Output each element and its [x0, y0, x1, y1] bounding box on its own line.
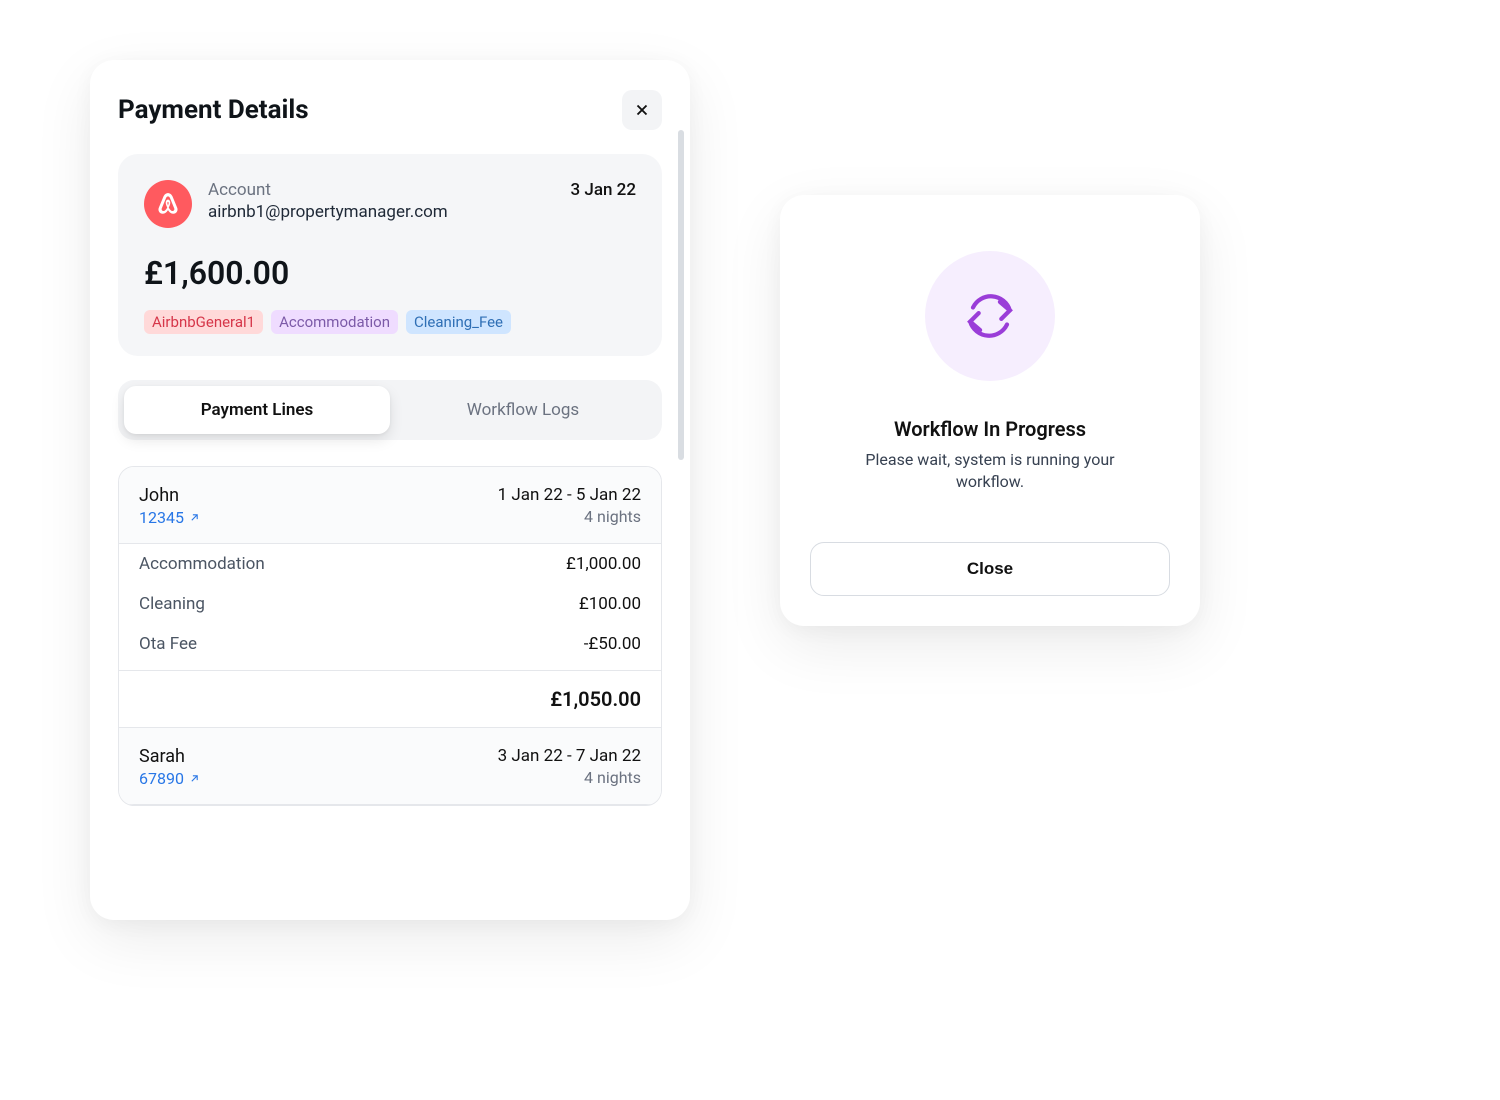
- refresh-icon: [925, 251, 1055, 381]
- tag-cleaning-fee[interactable]: Cleaning_Fee: [406, 310, 511, 334]
- payment-amount: £1,600.00: [144, 254, 636, 292]
- payment-details-card: Payment Details Account airbnb1@property…: [90, 60, 690, 920]
- item-label: Ota Fee: [139, 634, 197, 654]
- reservation-ref: 12345: [139, 508, 184, 527]
- item-label: Accommodation: [139, 554, 265, 574]
- external-link-icon: [188, 511, 201, 524]
- item-value: £100.00: [579, 594, 641, 614]
- card-title: Payment Details: [118, 95, 309, 125]
- guest-name: Sarah: [139, 746, 201, 767]
- payment-lines: John 12345 1 Jan 22 - 5 Jan 22 4 nights …: [118, 466, 662, 806]
- date-range: 3 Jan 22 - 7 Jan 22: [498, 746, 641, 766]
- summary-row: Account airbnb1@propertymanager.com 3 Ja…: [144, 180, 636, 228]
- workflow-progress-card: Workflow In Progress Please wait, system…: [780, 195, 1200, 626]
- airbnb-icon: [144, 180, 192, 228]
- line-total: £1,050.00: [119, 670, 661, 728]
- card-header: Payment Details: [118, 90, 662, 130]
- line-header: John 12345 1 Jan 22 - 5 Jan 22 4 nights: [119, 467, 661, 544]
- account-email: airbnb1@propertymanager.com: [208, 202, 554, 222]
- date-range: 1 Jan 22 - 5 Jan 22: [498, 485, 641, 505]
- item-value: -£50.00: [584, 634, 641, 654]
- nights-count: 4 nights: [498, 507, 641, 526]
- tag-list: AirbnbGeneral1 Accommodation Cleaning_Fe…: [144, 310, 636, 334]
- line-header: Sarah 67890 3 Jan 22 - 7 Jan 22 4 nights: [119, 728, 661, 805]
- close-icon: [633, 101, 651, 119]
- tab-workflow-logs[interactable]: Workflow Logs: [390, 386, 656, 434]
- item-label: Cleaning: [139, 594, 205, 614]
- workflow-subtitle: Please wait, system is running your work…: [810, 449, 1170, 494]
- reservation-link[interactable]: 12345: [139, 508, 201, 527]
- total-value: £1,050.00: [550, 687, 641, 711]
- tab-payment-lines[interactable]: Payment Lines: [124, 386, 390, 434]
- item-value: £1,000.00: [566, 554, 641, 574]
- scrollbar[interactable]: [678, 130, 684, 460]
- account-info: Account airbnb1@propertymanager.com: [208, 180, 554, 228]
- close-button[interactable]: [622, 90, 662, 130]
- nights-count: 4 nights: [498, 768, 641, 787]
- payment-date: 3 Jan 22: [570, 180, 636, 228]
- guest-name: John: [139, 485, 201, 506]
- tabs: Payment Lines Workflow Logs: [118, 380, 662, 440]
- tag-airbnb-general[interactable]: AirbnbGeneral1: [144, 310, 263, 334]
- close-button[interactable]: Close: [810, 542, 1170, 596]
- payment-summary: Account airbnb1@propertymanager.com 3 Ja…: [118, 154, 662, 356]
- line-item: Accommodation £1,000.00: [119, 544, 661, 584]
- account-label: Account: [208, 180, 554, 200]
- tag-accommodation[interactable]: Accommodation: [271, 310, 398, 334]
- reservation-link[interactable]: 67890: [139, 769, 201, 788]
- line-item: Cleaning £100.00: [119, 584, 661, 624]
- workflow-title: Workflow In Progress: [810, 417, 1170, 441]
- reservation-ref: 67890: [139, 769, 184, 788]
- line-item: Ota Fee -£50.00: [119, 624, 661, 670]
- external-link-icon: [188, 772, 201, 785]
